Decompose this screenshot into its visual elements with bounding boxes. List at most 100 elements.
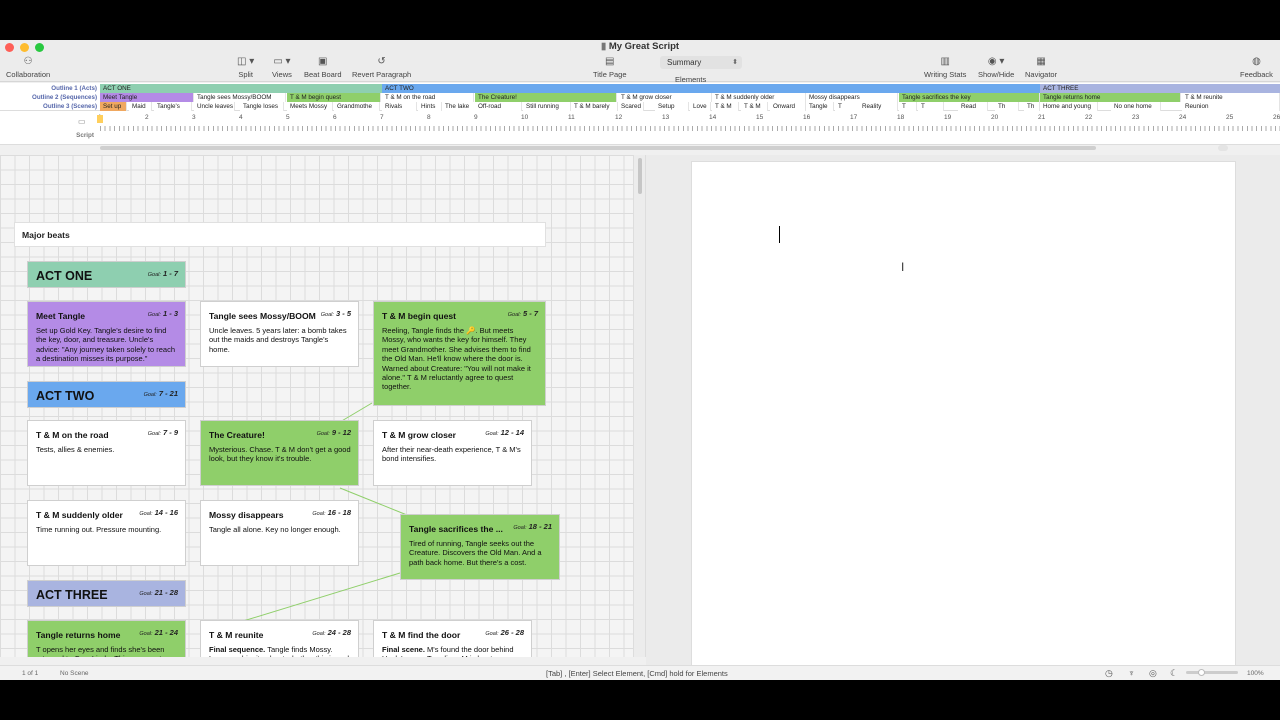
outline-sequence-segment[interactable]: T & M reunite [1182, 93, 1280, 102]
outline-sequence-segment[interactable]: T & M begin quest [287, 93, 381, 102]
outline-scene-segment[interactable]: T & M [741, 102, 768, 111]
beat-card[interactable]: Mossy disappears Goal: 16 - 18 Tangle all … [200, 500, 359, 566]
zoom-slider[interactable] [1186, 671, 1238, 674]
beat-card[interactable]: ACT THREE Goal: 21 - 28 [27, 580, 186, 607]
split-divider[interactable] [633, 155, 646, 657]
outline-scene-segment[interactable]: Off-road [475, 102, 522, 111]
show-hide-button[interactable]: ◉ ▾ Show/Hide [978, 56, 1014, 79]
card-title: T & M find the door [382, 630, 461, 640]
elements-dropdown[interactable]: Summary ⬍ [660, 56, 742, 69]
beat-card[interactable]: Meet Tangle Goal: 1 - 3 Set up Gold Key. T… [27, 301, 186, 367]
zoom-slider-thumb[interactable] [1198, 669, 1205, 676]
beat-card[interactable]: Tangle sees Mossy/BOOM Goal: 3 - 5 Uncle l… [200, 301, 359, 367]
outline-sequence-segment[interactable]: Mossy disappears [806, 93, 898, 102]
card-goal: Goal: 26 - 28 [485, 628, 524, 637]
playhead-marker[interactable] [97, 115, 103, 123]
outline-scene-segment[interactable]: Hints [418, 102, 442, 111]
outline-scene-segment[interactable]: Read [958, 102, 988, 111]
revert-paragraph-button[interactable]: ↺ Revert Paragraph [352, 56, 411, 79]
comment-icon[interactable]: ▭ [78, 117, 86, 126]
outline-scene-segment[interactable]: Maid [129, 102, 152, 111]
timeline-zoom-handle[interactable] [1218, 145, 1228, 151]
script-page[interactable]: I [691, 161, 1236, 671]
beat-card[interactable]: Tangle returns home Goal: 21 - 24 T opens … [27, 620, 186, 657]
beat-card[interactable]: The Creature! Goal: 9 - 12 Mysterious. Cha… [200, 420, 359, 486]
outline-scene-segment[interactable]: Home and young [1040, 102, 1098, 111]
eye-icon: ◉ ▾ [987, 56, 1005, 67]
outline-sequence-segment[interactable]: Tangle sees Mossy/BOOM [194, 93, 286, 102]
beat-card[interactable]: ACT TWO Goal: 7 - 21 [27, 381, 186, 408]
outline-scene-segment[interactable]: Th [1024, 102, 1040, 111]
status-bar: 1 of 1 No Scene [Tab] , [Enter] Select E… [0, 665, 1280, 680]
outline-sequence-segment[interactable]: Meet Tangle [100, 93, 194, 102]
ruler-ticks [100, 126, 1280, 131]
outline-scene-segment[interactable]: Uncle leaves [194, 102, 235, 111]
outline-scene-segment[interactable]: T & M [712, 102, 739, 111]
outline-scene-segment[interactable]: Meets Mossy [287, 102, 333, 111]
outline-sequence-segment[interactable]: Tangle sacrifices the key [899, 93, 1040, 102]
outline-act-segment[interactable]: ACT TWO [382, 84, 1040, 93]
feedback-button[interactable]: ◍ Feedback [1240, 56, 1273, 79]
target-icon[interactable]: ◎ [1149, 668, 1157, 679]
writing-stats-button[interactable]: ▥ Writing Stats [924, 56, 966, 79]
split-button[interactable]: ◫ ▾ Split [237, 56, 254, 79]
outline-scene-segment[interactable]: Reality [859, 102, 898, 111]
outline-scene-segment[interactable]: Rivals [382, 102, 417, 111]
navigator-button[interactable]: ▦ Navigator [1025, 56, 1057, 79]
outline-sequence-segment[interactable]: T & M grow closer [618, 93, 712, 102]
outline-scene-segment[interactable]: T & M barely [571, 102, 618, 111]
outline-scene-segment[interactable]: No one home [1111, 102, 1161, 111]
outline-sequence-segment[interactable]: Tangle returns home [1040, 93, 1181, 102]
ruler-number: 13 [662, 114, 670, 121]
beat-card[interactable]: T & M on the road Goal: 7 - 9 Tests, allie… [27, 420, 186, 486]
outline-scene-segment[interactable]: Scared [618, 102, 644, 111]
card-body: Tangle all alone. Key no longer enough. [209, 525, 341, 534]
microphone-icon[interactable]: ♆ [1128, 668, 1135, 678]
outline-act-segment[interactable]: ACT ONE [100, 84, 382, 93]
outline-scene-segment[interactable]: T [918, 102, 944, 111]
outline-sequence-segment[interactable]: T & M on the road [382, 93, 474, 102]
dark-mode-icon[interactable]: ☾ [1170, 668, 1178, 679]
outline-scene-segment[interactable]: Love [690, 102, 711, 111]
outline-scene-segment[interactable]: Tangle loses [240, 102, 284, 111]
split-icon: ◫ ▾ [237, 56, 255, 67]
timeline-scrollbar[interactable] [100, 146, 1096, 150]
outline-sequence-segment[interactable]: T & M suddenly older [712, 93, 806, 102]
outline-scene-segment[interactable]: Onward [770, 102, 806, 111]
beat-card[interactable]: T & M reunite Goal: 24 - 28 Final sequence… [200, 620, 359, 657]
beat-card[interactable]: T & M begin quest Goal: 5 - 7 Reeling, Tan… [373, 301, 546, 406]
ruler-number: 15 [756, 114, 764, 121]
beat-card[interactable]: T & M find the door Goal: 26 - 28 Final sc… [373, 620, 532, 657]
outline-label-scenes: Outline 3 (Scenes) [43, 103, 97, 110]
views-button[interactable]: ▭ ▾ Views [272, 56, 292, 79]
outline-scene-segment[interactable]: T [899, 102, 917, 111]
card-goal: Goal: 5 - 7 [507, 309, 538, 318]
collaboration-button[interactable]: ⚇ Collaboration [6, 56, 50, 79]
outline-scene-segment[interactable]: Still running [523, 102, 571, 111]
card-body: Time running out. Pressure mounting. [36, 525, 162, 534]
title-page-button[interactable]: ▤ Title Page [593, 56, 627, 79]
outline-scene-segment[interactable]: Setup [655, 102, 689, 111]
ruler-number: 21 [1038, 114, 1046, 121]
outline-sequence-segment[interactable]: The Creature! [475, 93, 617, 102]
beat-card[interactable]: T & M suddenly older Goal: 14 - 16 Time ru… [27, 500, 186, 566]
outline-scene-segment[interactable]: Set up [100, 102, 127, 111]
board-scrollbar[interactable] [638, 158, 642, 194]
beat-card[interactable]: T & M grow closer Goal: 12 - 14 After thei… [373, 420, 532, 486]
outline-scene-segment[interactable]: Tangle [806, 102, 834, 111]
outline-scene-segment[interactable]: Tangle's [154, 102, 192, 111]
card-title: ACT ONE [36, 269, 93, 283]
outline-act-segment[interactable]: ACT THREE [1040, 84, 1280, 93]
beat-board-icon: ▣ [318, 56, 328, 67]
ruler-number: 18 [897, 114, 905, 121]
outline-scene-segment[interactable]: Th [995, 102, 1019, 111]
beat-card[interactable]: ACT ONE Goal: 1 - 7 [27, 261, 186, 288]
beat-board-button[interactable]: ▣ Beat Board [304, 56, 342, 79]
ruler-number: 17 [850, 114, 858, 121]
outline-scene-segment[interactable]: The lake [442, 102, 476, 111]
outline-scene-segment[interactable]: Grandmothe [334, 102, 380, 111]
timer-icon[interactable]: ◷ [1105, 668, 1113, 679]
outline-scene-segment[interactable]: Reunion [1182, 102, 1280, 111]
outline-label-acts: Outline 1 (Acts) [51, 85, 97, 92]
beat-card[interactable]: Tangle sacrifices the ... Goal: 18 - 21 Ti… [400, 514, 560, 580]
